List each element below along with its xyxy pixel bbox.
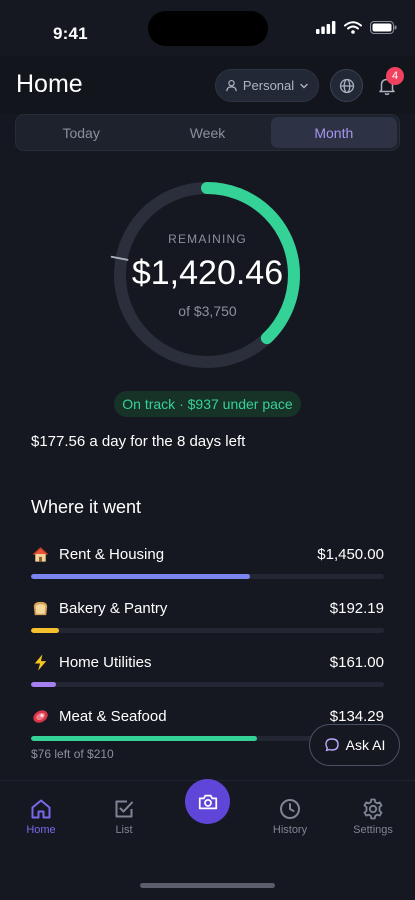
budget-total: of $3,750 (178, 303, 237, 319)
lightning-icon (31, 653, 50, 672)
category-row[interactable]: Rent & Housing $1,450.00 (31, 543, 384, 579)
section-title: Where it went (31, 497, 142, 517)
category-amount: $161.00 (329, 653, 384, 671)
tab-history-label: History (272, 824, 308, 836)
category-row[interactable]: Home Utilities $161.00 (31, 651, 384, 687)
notification-badge: 4 (386, 67, 404, 85)
remaining-label: REMAINING (168, 232, 247, 246)
status-icons (316, 18, 397, 36)
category-progress-bar (31, 682, 384, 687)
profile-selector[interactable]: Personal (215, 69, 319, 102)
category-amount: $192.19 (329, 599, 384, 617)
remaining-amount: $1,420.46 (131, 254, 284, 292)
home-icon (31, 799, 51, 819)
battery-icon (370, 20, 397, 34)
status-badge: On track · $937 under pace (114, 391, 301, 417)
globe-icon (339, 78, 354, 93)
ask-ai-label: Ask AI (345, 737, 386, 753)
category-name: Home Utilities (59, 653, 152, 671)
page-title: Home (16, 70, 83, 98)
gear-icon (363, 798, 383, 820)
chat-bubble-icon (324, 738, 339, 752)
dynamic-island (148, 11, 268, 46)
tab-list-label: List (115, 824, 133, 836)
header: Home Personal 4 (0, 56, 415, 114)
profile-label: Personal (242, 78, 295, 93)
tab-home-label: Home (26, 824, 56, 836)
category-row[interactable]: Bakery & Pantry $192.19 (31, 597, 384, 633)
status-bar: 9:41 (0, 0, 415, 56)
tab-settings-label: Settings (353, 824, 393, 836)
tab-settings[interactable]: Settings (338, 797, 408, 836)
tab-home[interactable]: Home (6, 797, 76, 836)
period-segmented-control: Today Week Month (15, 114, 400, 151)
signal-icon (316, 20, 336, 34)
camera-button[interactable] (185, 779, 230, 824)
category-amount: $1,450.00 (317, 545, 384, 563)
person-icon (226, 79, 237, 92)
tab-bar: Home List History Settings (0, 779, 415, 900)
tab-list[interactable]: List (89, 797, 159, 836)
chevron-down-icon (300, 83, 308, 88)
category-amount: $134.29 (329, 707, 384, 725)
house-icon (31, 545, 50, 564)
tab-history[interactable]: History (255, 797, 325, 836)
bread-icon (31, 599, 50, 618)
category-progress-fill (31, 574, 250, 579)
category-name: Meat & Seafood (59, 707, 167, 725)
daily-allowance-text: $177.56 a day for the 8 days left (31, 433, 246, 450)
category-name: Rent & Housing (59, 545, 165, 563)
category-progress-fill (31, 736, 257, 741)
globe-button[interactable] (330, 69, 363, 102)
clock-icon (280, 799, 300, 819)
category-progress-bar (31, 574, 384, 579)
wifi-icon (344, 20, 362, 34)
home-indicator (140, 883, 275, 888)
category-name: Bakery & Pantry (59, 599, 168, 617)
status-time: 9:41 (53, 24, 88, 43)
tab-week[interactable]: Week (144, 117, 270, 148)
meat-icon (31, 707, 50, 726)
camera-icon (198, 794, 217, 809)
tab-month[interactable]: Month (270, 117, 397, 148)
category-progress-fill (31, 682, 56, 687)
tab-today[interactable]: Today (18, 117, 144, 148)
category-progress-bar (31, 628, 384, 633)
checklist-icon (115, 800, 133, 818)
category-progress-fill (31, 628, 60, 633)
ask-ai-button[interactable]: Ask AI (309, 724, 400, 766)
